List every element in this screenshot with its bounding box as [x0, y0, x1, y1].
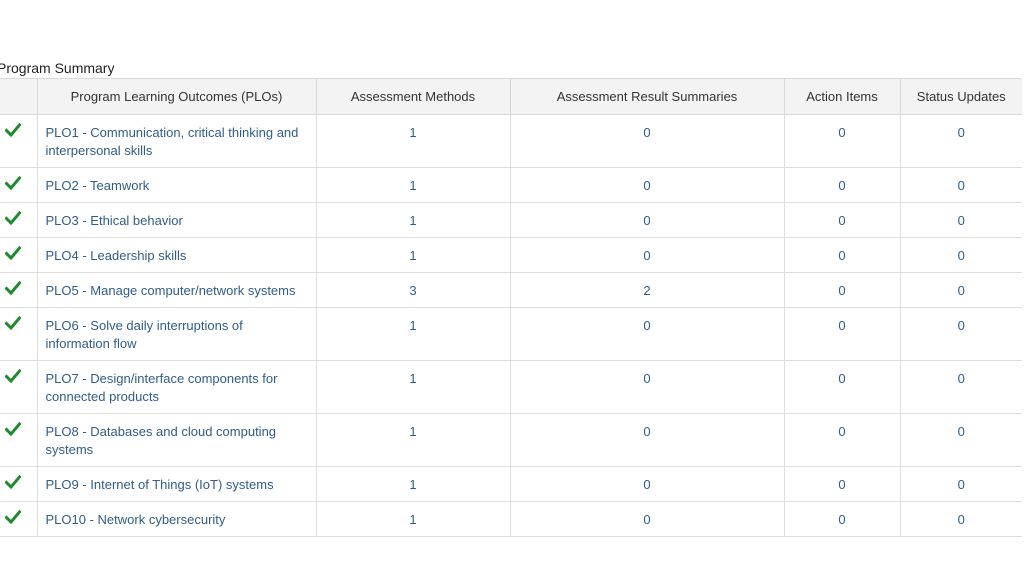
table-row: PLO10 - Network cybersecurity 1 0 0 0 [0, 501, 1022, 537]
action-items-count[interactable]: 0 [783, 272, 901, 308]
header-assessment-methods: Assessment Methods [315, 78, 511, 115]
status-updates-count[interactable]: 0 [899, 501, 1022, 537]
status-cell [0, 167, 38, 203]
plo-link[interactable]: PLO10 - Network cybersecurity [36, 501, 317, 537]
status-cell [0, 114, 38, 168]
action-items-count[interactable]: 0 [783, 167, 901, 203]
assessment-results-count[interactable]: 0 [509, 360, 785, 414]
section-title: Program Summary [0, 60, 115, 76]
checkmark-icon [5, 281, 21, 295]
assessment-results-count[interactable]: 0 [509, 167, 785, 203]
checkmark-icon [5, 246, 21, 260]
action-items-count[interactable]: 0 [783, 237, 901, 273]
action-items-count[interactable]: 0 [783, 307, 901, 361]
assessment-methods-count[interactable]: 3 [315, 272, 511, 308]
action-items-count[interactable]: 0 [783, 202, 901, 238]
assessment-results-count[interactable]: 0 [509, 413, 785, 467]
status-cell [0, 307, 38, 361]
assessment-results-count[interactable]: 0 [509, 501, 785, 537]
assessment-methods-count[interactable]: 1 [315, 167, 511, 203]
plo-link[interactable]: PLO3 - Ethical behavior [36, 202, 317, 238]
assessment-methods-count[interactable]: 1 [315, 360, 511, 414]
plo-link[interactable]: PLO4 - Leadership skills [36, 237, 317, 273]
program-summary-page: Program Summary Program Learning Outcome… [0, 0, 1024, 576]
action-items-count[interactable]: 0 [783, 114, 901, 168]
checkmark-icon [5, 211, 21, 225]
header-action-items: Action Items [783, 78, 901, 115]
table-header: Program Learning Outcomes (PLOs) Assessm… [0, 78, 1022, 115]
assessment-methods-count[interactable]: 1 [315, 413, 511, 467]
header-status-updates: Status Updates [899, 78, 1022, 115]
assessment-methods-count[interactable]: 1 [315, 202, 511, 238]
plo-link[interactable]: PLO7 - Design/interface components for c… [36, 360, 317, 414]
header-plo: Program Learning Outcomes (PLOs) [36, 78, 317, 115]
status-updates-count[interactable]: 0 [899, 413, 1022, 467]
table-row: PLO1 - Communication, critical thinking … [0, 114, 1022, 168]
program-summary-table: Program Learning Outcomes (PLOs) Assessm… [0, 78, 1022, 537]
table-row: PLO8 - Databases and cloud computing sys… [0, 413, 1022, 467]
status-updates-count[interactable]: 0 [899, 466, 1022, 502]
checkmark-icon [5, 369, 21, 383]
assessment-results-count[interactable]: 0 [509, 307, 785, 361]
status-cell [0, 413, 38, 467]
status-updates-count[interactable]: 0 [899, 237, 1022, 273]
assessment-methods-count[interactable]: 1 [315, 466, 511, 502]
checkmark-icon [5, 510, 21, 524]
status-cell [0, 466, 38, 502]
status-updates-count[interactable]: 0 [899, 167, 1022, 203]
plo-link[interactable]: PLO2 - Teamwork [36, 167, 317, 203]
table-body: PLO1 - Communication, critical thinking … [0, 114, 1022, 537]
status-cell [0, 360, 38, 414]
table-row: PLO2 - Teamwork 1 0 0 0 [0, 167, 1022, 203]
assessment-results-count[interactable]: 2 [509, 272, 785, 308]
assessment-methods-count[interactable]: 1 [315, 237, 511, 273]
table-row: PLO4 - Leadership skills 1 0 0 0 [0, 237, 1022, 273]
status-updates-count[interactable]: 0 [899, 202, 1022, 238]
assessment-methods-count[interactable]: 1 [315, 307, 511, 361]
assessment-methods-count[interactable]: 1 [315, 501, 511, 537]
status-updates-count[interactable]: 0 [899, 360, 1022, 414]
status-cell [0, 237, 38, 273]
plo-link[interactable]: PLO9 - Internet of Things (IoT) systems [36, 466, 317, 502]
header-assessment-result-summaries: Assessment Result Summaries [509, 78, 785, 115]
status-cell [0, 272, 38, 308]
status-updates-count[interactable]: 0 [899, 114, 1022, 168]
action-items-count[interactable]: 0 [783, 501, 901, 537]
action-items-count[interactable]: 0 [783, 413, 901, 467]
assessment-methods-count[interactable]: 1 [315, 114, 511, 168]
status-cell [0, 202, 38, 238]
assessment-results-count[interactable]: 0 [509, 466, 785, 502]
status-updates-count[interactable]: 0 [899, 307, 1022, 361]
table-row: PLO6 - Solve daily interruptions of info… [0, 307, 1022, 361]
checkmark-icon [5, 123, 21, 137]
plo-link[interactable]: PLO6 - Solve daily interruptions of info… [36, 307, 317, 361]
checkmark-icon [5, 316, 21, 330]
table-row: PLO3 - Ethical behavior 1 0 0 0 [0, 202, 1022, 238]
action-items-count[interactable]: 0 [783, 466, 901, 502]
checkmark-icon [5, 422, 21, 436]
action-items-count[interactable]: 0 [783, 360, 901, 414]
plo-link[interactable]: PLO5 - Manage computer/network systems [36, 272, 317, 308]
table-row: PLO7 - Design/interface components for c… [0, 360, 1022, 414]
assessment-results-count[interactable]: 0 [509, 114, 785, 168]
status-updates-count[interactable]: 0 [899, 272, 1022, 308]
header-row: Program Learning Outcomes (PLOs) Assessm… [0, 78, 1022, 115]
assessment-results-count[interactable]: 0 [509, 202, 785, 238]
status-cell [0, 501, 38, 537]
header-check [0, 78, 38, 115]
table-row: PLO5 - Manage computer/network systems 3 2… [0, 272, 1022, 308]
checkmark-icon [5, 475, 21, 489]
checkmark-icon [5, 176, 21, 190]
plo-link[interactable]: PLO1 - Communication, critical thinking … [36, 114, 317, 168]
plo-link[interactable]: PLO8 - Databases and cloud computing sys… [36, 413, 317, 467]
assessment-results-count[interactable]: 0 [509, 237, 785, 273]
table-row: PLO9 - Internet of Things (IoT) systems 1… [0, 466, 1022, 502]
